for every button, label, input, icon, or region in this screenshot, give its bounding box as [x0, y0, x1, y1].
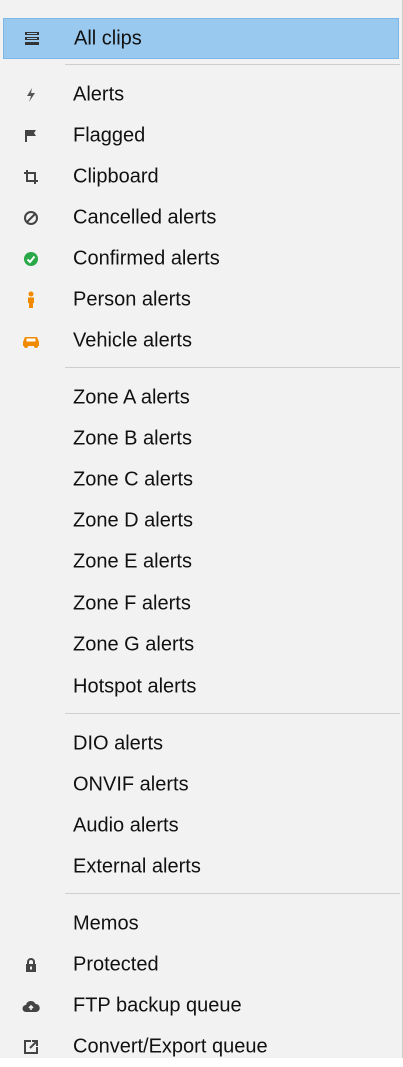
flag-icon: [19, 124, 43, 148]
list-icon: [20, 27, 44, 51]
menu-item-audio-alerts[interactable]: Audio alerts: [3, 805, 399, 846]
menu-item-label: Zone G alerts: [73, 633, 195, 655]
menu-item-label: Person alerts: [73, 288, 191, 310]
menu-item-dio-alerts[interactable]: DIO alerts: [3, 723, 399, 764]
menu-item-label: All clips: [74, 27, 142, 49]
menu-separator: [65, 64, 400, 65]
person-icon: [19, 288, 43, 312]
menu-item-label: Cancelled alerts: [73, 206, 217, 228]
menu-item-label: Clipboard: [73, 165, 159, 187]
menu-item-label: Hotspot alerts: [73, 675, 197, 697]
menu-item-label: Alerts: [73, 83, 125, 105]
lightning-icon: [19, 83, 43, 107]
menu-item-zone-a-alerts[interactable]: Zone A alerts: [3, 377, 399, 418]
menu-item-confirmed-alerts[interactable]: Confirmed alerts: [3, 238, 399, 279]
menu-separator: [65, 893, 400, 894]
menu-item-label: Convert/Export queue: [73, 1035, 268, 1057]
menu-item-hotspot-alerts[interactable]: Hotspot alerts: [3, 666, 399, 707]
menu-item-label: Protected: [73, 953, 159, 975]
menu-item-label: Zone F alerts: [73, 592, 191, 614]
crop-icon: [19, 165, 43, 189]
menu-item-flagged[interactable]: Flagged: [3, 115, 399, 156]
cloud-upload-icon: [19, 994, 43, 1018]
menu-item-alerts[interactable]: Alerts: [3, 74, 399, 115]
menu-item-zone-f-alerts[interactable]: Zone F alerts: [3, 583, 399, 624]
cancel-icon: [19, 206, 43, 230]
menu-item-label: DIO alerts: [73, 732, 164, 754]
menu-item-label: Audio alerts: [73, 814, 179, 836]
menu-item-zone-b-alerts[interactable]: Zone B alerts: [3, 418, 399, 459]
menu-item-label: External alerts: [73, 855, 201, 877]
clips-filter-menu: All clips Alerts Flagged Clipboard Cance…: [0, 0, 403, 1058]
menu-item-label: ONVIF alerts: [73, 773, 189, 795]
menu-item-zone-c-alerts[interactable]: Zone C alerts: [3, 459, 399, 500]
menu-item-external-alerts[interactable]: External alerts: [3, 846, 399, 887]
menu-item-person-alerts[interactable]: Person alerts: [3, 279, 399, 320]
menu-item-onvif-alerts[interactable]: ONVIF alerts: [3, 764, 399, 805]
menu-item-label: Confirmed alerts: [73, 247, 220, 269]
menu-item-label: Zone C alerts: [73, 468, 194, 490]
car-icon: [19, 329, 43, 353]
menu-item-label: Vehicle alerts: [73, 329, 192, 351]
menu-item-label: Zone E alerts: [73, 550, 192, 572]
menu-item-all-clips[interactable]: All clips: [3, 18, 399, 59]
menu-item-ftp-backup-queue[interactable]: FTP backup queue: [3, 985, 399, 1026]
menu-item-vehicle-alerts[interactable]: Vehicle alerts: [3, 320, 399, 361]
menu-item-clipboard[interactable]: Clipboard: [3, 156, 399, 197]
menu-separator: [65, 367, 400, 368]
menu-separator: [65, 713, 400, 714]
menu-item-label: Memos: [73, 912, 139, 934]
menu-item-label: FTP backup queue: [73, 994, 242, 1016]
menu-item-zone-e-alerts[interactable]: Zone E alerts: [3, 541, 399, 582]
menu-item-label: Flagged: [73, 124, 146, 146]
menu-item-label: Zone A alerts: [73, 386, 190, 408]
menu-item-memos[interactable]: Memos: [3, 903, 399, 944]
menu-item-zone-d-alerts[interactable]: Zone D alerts: [3, 500, 399, 541]
menu-item-protected[interactable]: Protected: [3, 944, 399, 985]
menu-item-label: Zone B alerts: [73, 427, 192, 449]
check-circle-icon: [19, 247, 43, 271]
export-icon: [19, 1035, 43, 1059]
menu-item-label: Zone D alerts: [73, 509, 194, 531]
menu-item-convert-export-queue[interactable]: Convert/Export queue: [3, 1026, 399, 1067]
lock-icon: [19, 953, 43, 977]
menu-item-zone-g-alerts[interactable]: Zone G alerts: [3, 624, 399, 665]
menu-item-cancelled-alerts[interactable]: Cancelled alerts: [3, 197, 399, 238]
